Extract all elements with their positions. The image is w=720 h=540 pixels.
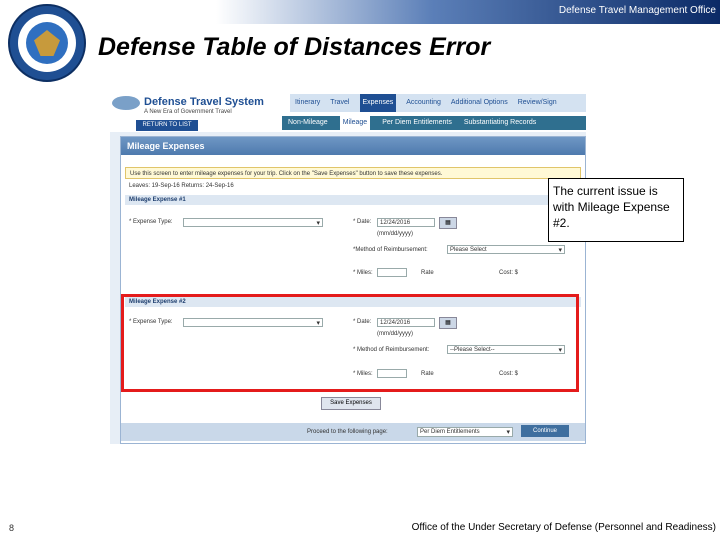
- tab-expenses[interactable]: Expenses: [359, 94, 397, 112]
- continue-button[interactable]: Continue: [521, 425, 569, 437]
- expense-1-type-label: * Expense Type:: [129, 219, 173, 225]
- subtab-non-mileage[interactable]: Non-Mileage: [288, 116, 328, 130]
- panel-title: Mileage Expenses: [121, 137, 585, 155]
- expense-1-cost-label: Cost: $: [499, 270, 519, 276]
- tab-travel[interactable]: Travel: [330, 94, 349, 112]
- expense-1-date-label: * Date:: [353, 219, 372, 225]
- expense-1-calendar-icon[interactable]: ▦: [439, 217, 457, 229]
- subtab-per-diem[interactable]: Per Diem Entitlements: [382, 116, 452, 130]
- subtab-substantiating-records[interactable]: Substantiating Records: [464, 116, 536, 130]
- expense-1-method-select[interactable]: Please Select: [447, 245, 565, 255]
- expense-1-date-input[interactable]: 12/24/2016: [377, 218, 435, 227]
- mileage-expenses-panel: Mileage Expenses Use this screen to ente…: [120, 136, 586, 444]
- tab-itinerary[interactable]: Itinerary: [295, 94, 320, 112]
- dts-logo-subtitle: A New Era of Government Travel: [144, 109, 232, 115]
- subtab-mileage[interactable]: Mileage: [339, 116, 371, 130]
- proceed-label: Proceed to the following page:: [307, 429, 388, 435]
- expense-1-miles-label: * Miles:: [353, 270, 373, 276]
- expense-1-type-select[interactable]: [183, 218, 323, 228]
- expense-1-method-label: *Method of Reimbursement:: [353, 247, 428, 253]
- tab-review-sign[interactable]: Review/Sign: [518, 94, 557, 112]
- dts-logo-icon: [112, 96, 140, 110]
- expense-1-date-format: (mm/dd/yyyy): [377, 231, 413, 237]
- slide-footer: Office of the Under Secretary of Defense…: [411, 522, 716, 533]
- dts-header: Defense Travel System A New Era of Gover…: [110, 92, 586, 132]
- slide-title: Defense Table of Distances Error: [98, 33, 491, 61]
- main-tabs: Itinerary Travel Expenses Accounting Add…: [290, 94, 586, 112]
- expense-1-header: Mileage Expense #1: [125, 195, 581, 205]
- dts-logo-title: Defense Travel System: [144, 96, 264, 108]
- tab-accounting[interactable]: Accounting: [406, 94, 441, 112]
- page-number: 8: [9, 523, 15, 533]
- proceed-select[interactable]: Per Diem Entitlements: [417, 427, 513, 437]
- callout-note: The current issue is with Mileage Expens…: [548, 178, 684, 242]
- office-name: Defense Travel Management Office: [558, 5, 716, 16]
- instructions-notice: Use this screen to enter mileage expense…: [125, 167, 581, 179]
- expense-1-miles-input[interactable]: [377, 268, 407, 277]
- dod-seal-logo: [8, 4, 86, 82]
- highlight-box-expense-2: [121, 294, 579, 392]
- slide-top-bar: Defense Travel Management Office: [0, 0, 720, 24]
- tab-additional-options[interactable]: Additional Options: [451, 94, 508, 112]
- return-to-list-button[interactable]: RETURN TO LIST: [136, 120, 198, 131]
- save-expenses-button[interactable]: Save Expenses: [321, 397, 381, 410]
- sub-tabs: Non-Mileage Mileage Per Diem Entitlement…: [282, 116, 586, 130]
- trip-dates: Leaves: 19-Sep-16 Returns: 24-Sep-16: [129, 183, 234, 189]
- expense-1-rate-label: Rate: [421, 270, 434, 276]
